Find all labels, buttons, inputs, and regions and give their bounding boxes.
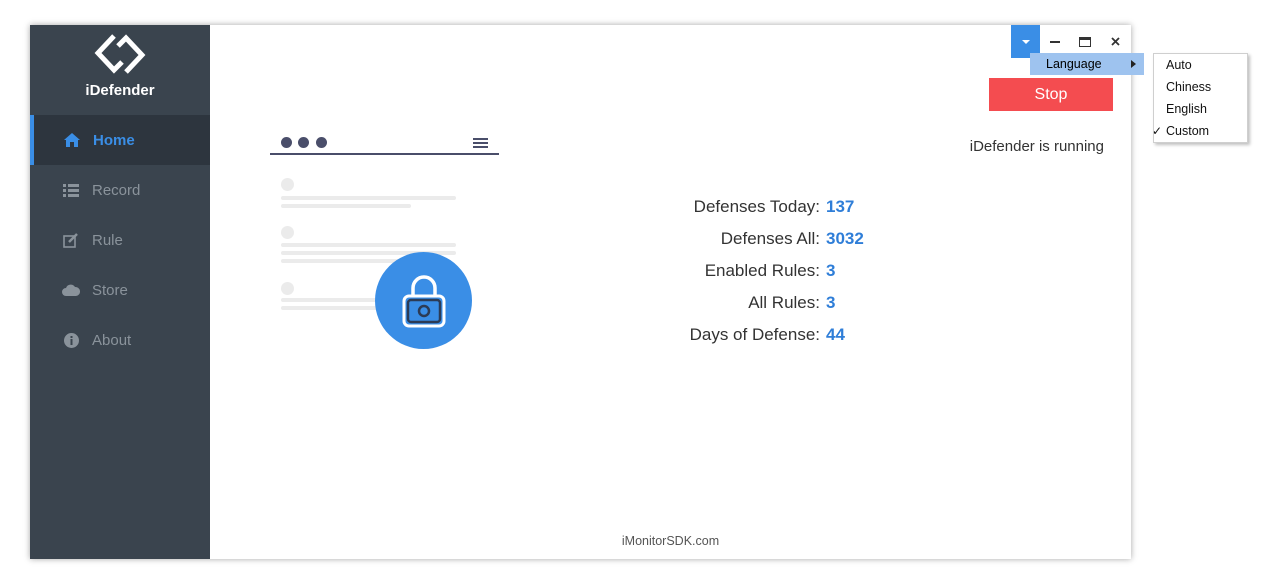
submenu-item-label: Auto <box>1166 58 1192 72</box>
placeholder-bar <box>281 196 456 200</box>
divider <box>270 153 499 155</box>
app-name: iDefender <box>85 82 155 99</box>
logo-icon <box>94 34 146 74</box>
placeholder-circle <box>281 178 294 191</box>
sidebar-item-label: Rule <box>92 231 123 249</box>
stat-label: Days of Defense: <box>689 325 820 344</box>
home-icon <box>63 131 81 149</box>
hamburger-icon <box>473 138 488 150</box>
stat-value: 3 <box>826 261 836 280</box>
menu-item-language[interactable]: Language <box>1030 53 1144 75</box>
sidebar-item-label: About <box>92 331 132 349</box>
footer-text: iMonitorSDK.com <box>621 534 720 548</box>
stop-button[interactable]: Stop <box>989 78 1113 111</box>
edit-icon <box>62 231 80 249</box>
lock-badge <box>375 252 472 349</box>
stat-value: 44 <box>826 325 845 344</box>
placeholder-circle <box>281 282 294 295</box>
sidebar-item-label: Record <box>92 181 141 199</box>
cloud-icon <box>62 281 80 299</box>
stat-label: Enabled Rules: <box>704 261 820 280</box>
logo: iDefender <box>30 25 210 115</box>
submenu-item-custom[interactable]: ✓ Custom <box>1152 120 1247 142</box>
sidebar-item-label: Store <box>92 281 128 299</box>
submenu-item-chiness[interactable]: Chiness <box>1154 76 1247 98</box>
language-submenu: Auto Chiness English ✓ Custom <box>1152 53 1248 143</box>
minimize-icon <box>1050 40 1060 43</box>
sidebar-item-rule[interactable]: Rule <box>30 215 210 265</box>
stat-label: Defenses All: <box>720 229 820 248</box>
submenu-item-label: English <box>1166 102 1207 116</box>
status-text: iDefender is running <box>969 138 1104 155</box>
menu-item-label: Language <box>1046 57 1102 71</box>
placeholder-bar <box>281 204 411 208</box>
stat-row-defenses-all: Defenses All: 3032 <box>610 229 1010 253</box>
submenu-item-english[interactable]: English <box>1154 98 1247 120</box>
window-dot <box>298 137 309 148</box>
submenu-arrow-icon <box>1131 60 1136 68</box>
submenu-item-label: Custom <box>1166 124 1210 138</box>
stat-label: All Rules: <box>748 293 820 312</box>
window-dot <box>281 137 292 148</box>
list-icon <box>62 181 80 199</box>
sidebar-item-store[interactable]: Store <box>30 265 210 315</box>
illustration <box>270 130 502 350</box>
submenu-item-label: Chiness <box>1166 80 1212 94</box>
sidebar-item-about[interactable]: About <box>30 315 210 365</box>
maximize-icon <box>1079 36 1091 47</box>
page: iDefender Home Record Rule Store About S… <box>0 0 1278 579</box>
dropdown-icon <box>1021 39 1030 44</box>
stat-value: 3032 <box>826 229 864 248</box>
info-icon <box>62 331 80 349</box>
stat-row-days-of-defense: Days of Defense: 44 <box>610 325 1010 349</box>
sidebar: iDefender Home Record Rule Store About <box>30 25 210 559</box>
stat-row-enabled-rules: Enabled Rules: 3 <box>610 261 1010 285</box>
lock-icon <box>402 274 445 327</box>
stat-row-defenses-today: Defenses Today: 137 <box>610 197 1010 221</box>
submenu-item-auto[interactable]: Auto <box>1154 54 1247 76</box>
placeholder-circle <box>281 226 294 239</box>
stat-label: Defenses Today: <box>693 197 820 216</box>
stat-value: 137 <box>826 197 855 216</box>
stat-row-all-rules: All Rules: 3 <box>610 293 1010 317</box>
app-window: iDefender Home Record Rule Store About S… <box>30 25 1144 559</box>
main-menu: Language <box>1030 53 1144 75</box>
sidebar-item-home[interactable]: Home <box>30 115 210 165</box>
check-icon: ✓ <box>1152 124 1163 138</box>
sidebar-item-label: Home <box>93 131 135 149</box>
stat-value: 3 <box>826 293 836 312</box>
window-dot <box>316 137 327 148</box>
placeholder-bar <box>281 243 456 247</box>
sidebar-item-record[interactable]: Record <box>30 165 210 215</box>
close-icon <box>1110 37 1120 46</box>
